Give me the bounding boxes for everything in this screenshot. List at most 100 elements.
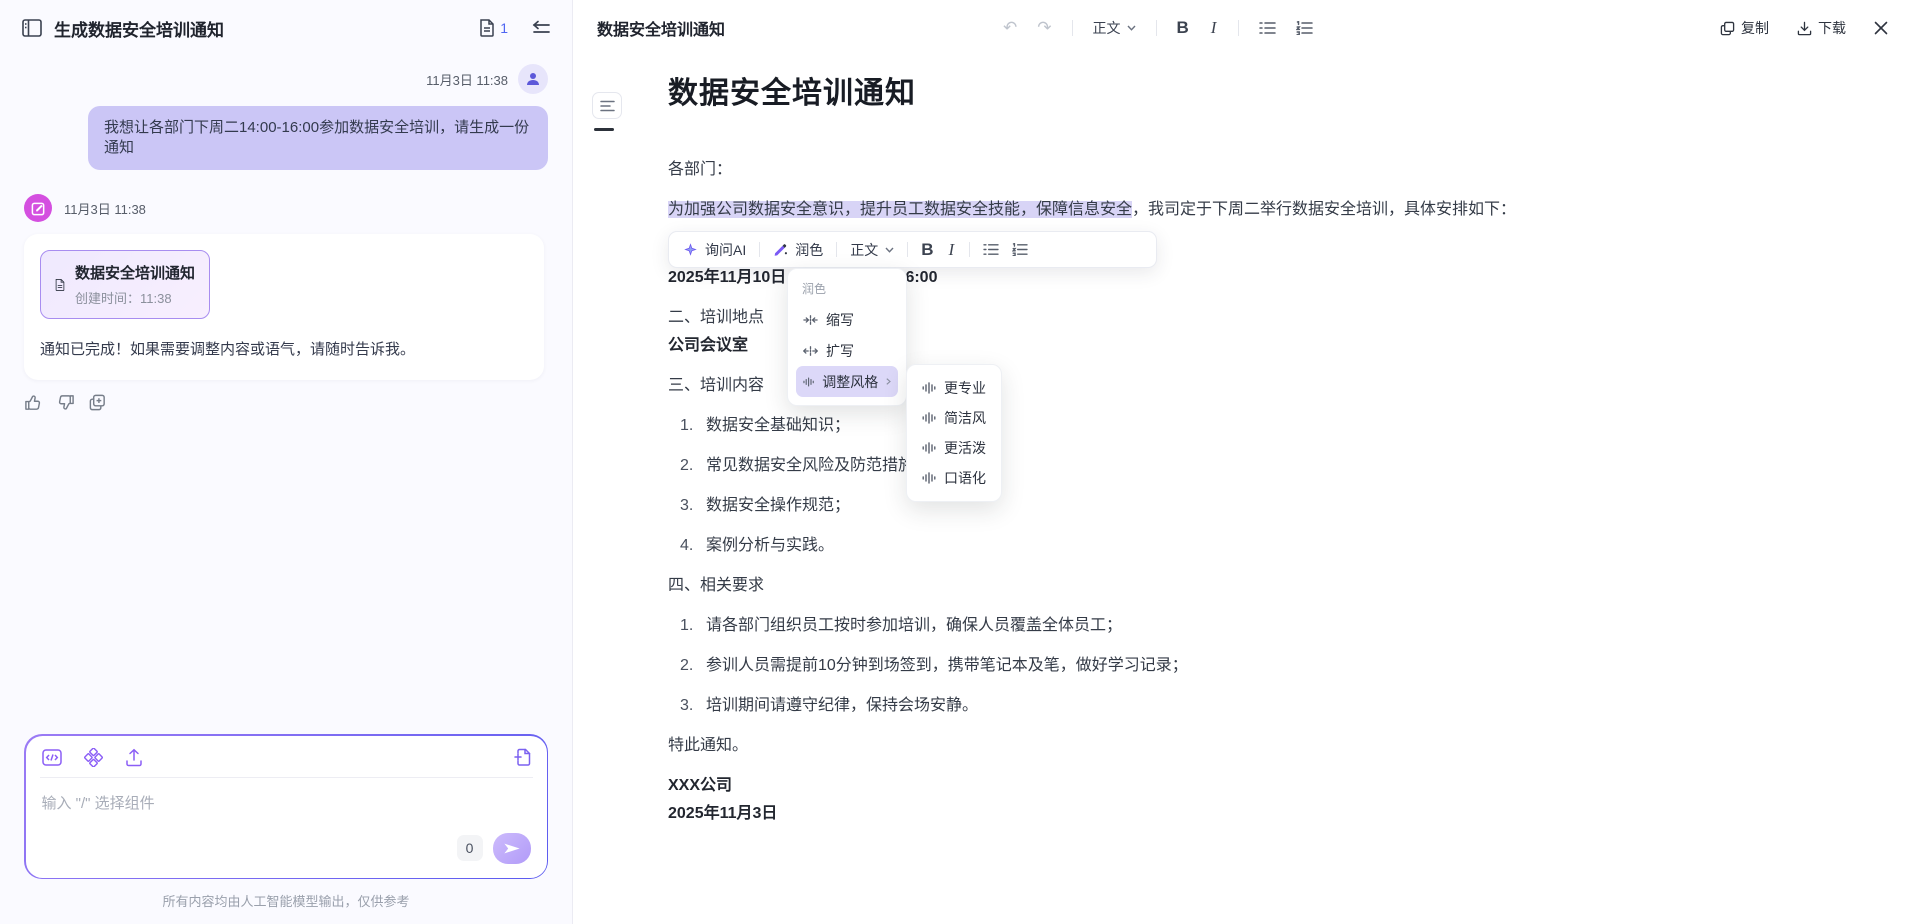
send-icon <box>503 841 521 856</box>
person-icon <box>525 71 541 87</box>
ask-ai-button[interactable]: 询问AI <box>683 240 746 260</box>
assistant-avatar <box>24 194 52 222</box>
assistant-message-time: 11月3日 11:38 <box>64 199 146 218</box>
italic-button[interactable]: I <box>1209 18 1219 38</box>
generated-document-card[interactable]: 数据安全培训通知 创建时间：11:38 <box>40 250 210 319</box>
equalizer-icon <box>803 376 814 388</box>
selection-toolbar: 询问AI 润色 正文 B I <box>668 231 1157 268</box>
doc-card-title: 数据安全培训通知 <box>75 262 195 283</box>
menu-item-condense[interactable]: 缩写 <box>796 304 898 335</box>
document-icon <box>55 272 65 298</box>
copy-icon <box>1720 21 1735 36</box>
copy-add-icon[interactable] <box>88 393 107 412</box>
intro-paragraph[interactable]: 为加强公司数据安全意识，提升员工数据安全技能，保障信息安全，我司定于下周二举行数… <box>668 198 1912 222</box>
requirement-item[interactable]: 2.参训人员需提前10分钟到场签到，携带笔记本及笔，做好学习记录； <box>668 654 1912 678</box>
undo-icon[interactable]: ↶ <box>1003 18 1017 38</box>
thumbs-up-icon[interactable] <box>24 393 43 412</box>
company-signature[interactable]: XXX公司 <box>668 774 1912 798</box>
bold-button[interactable]: B <box>921 240 933 260</box>
thumbs-down-icon[interactable] <box>56 393 75 412</box>
chat-messages: 11月3日 11:38 我想让各部门下周二14:00-16:00参加数据安全培训… <box>0 56 572 924</box>
chevron-down-icon <box>1127 25 1136 31</box>
chat-input[interactable]: 输入 "/" 选择组件 <box>42 792 531 833</box>
upload-icon[interactable] <box>125 748 143 767</box>
components-icon[interactable] <box>84 748 103 767</box>
equalizer-icon <box>922 472 936 484</box>
editor-title: 数据安全培训通知 <box>597 16 725 40</box>
paragraph-style-select[interactable]: 正文 <box>1093 18 1136 38</box>
sidebar-toggle-icon[interactable] <box>22 19 42 37</box>
document-editor: 数据安全培训通知 ↶ ↷ 正文 B I 复制 <box>573 0 1912 924</box>
conversation-title: 生成数据安全培训通知 <box>54 16 467 41</box>
polish-pen-icon <box>773 242 788 257</box>
submenu-item-professional[interactable]: 更专业 <box>915 373 993 403</box>
close-icon[interactable] <box>1874 21 1888 35</box>
submenu-item-colloquial[interactable]: 口语化 <box>915 463 993 493</box>
equalizer-icon <box>922 382 936 394</box>
bullet-list-icon[interactable] <box>1259 21 1276 35</box>
chat-input-container: 输入 "/" 选择组件 0 <box>24 734 548 879</box>
salutation[interactable]: 各部门： <box>668 158 1912 182</box>
add-file-icon[interactable] <box>514 748 531 767</box>
ai-sparkle-icon <box>683 242 698 257</box>
user-message-time: 11月3日 11:38 <box>426 70 508 89</box>
assistant-message-text: 通知已完成！如果需要调整内容或语气，请随时告诉我。 <box>40 339 528 360</box>
doc-card-created-time: 创建时间：11:38 <box>75 288 195 307</box>
editor-header: 数据安全培训通知 ↶ ↷ 正文 B I 复制 <box>573 0 1912 56</box>
outline-marker <box>594 128 614 131</box>
chevron-right-icon <box>886 377 891 386</box>
download-button[interactable]: 下载 <box>1797 18 1846 38</box>
char-counter: 0 <box>457 835 483 861</box>
content-item[interactable]: 1.数据安全基础知识； <box>668 414 1912 438</box>
chat-sidebar: 生成数据安全培训通知 1 11月3日 11:38 我想让各部门下周二14:00-… <box>0 0 573 924</box>
user-message-bubble: 我想让各部门下周二14:00-16:00参加数据安全培训，请生成一份通知 <box>88 106 548 170</box>
closing-line[interactable]: 特此通知。 <box>668 734 1912 758</box>
assistant-message-card: 数据安全培训通知 创建时间：11:38 通知已完成！如果需要调整内容或语气，请随… <box>24 234 544 380</box>
collapse-panel-icon[interactable] <box>530 20 550 36</box>
disclaimer-text: 所有内容均由人工智能模型输出，仅供参考 <box>24 879 548 924</box>
requirement-item[interactable]: 3.培训期间请遵守纪律，保持会场安静。 <box>668 694 1912 718</box>
content-item[interactable]: 3.数据安全操作规范； <box>668 494 1912 518</box>
sidebar-header: 生成数据安全培训通知 1 <box>0 0 572 56</box>
polish-menu-header: 润色 <box>796 277 898 304</box>
expand-icon <box>803 345 818 357</box>
selected-text: 为加强公司数据安全意识，提升员工数据安全技能，保障信息安全 <box>668 201 1132 218</box>
document-icon <box>479 19 495 37</box>
condense-icon <box>803 314 818 326</box>
feedback-row <box>24 393 548 412</box>
redo-icon[interactable]: ↷ <box>1037 18 1051 38</box>
component-code-icon[interactable] <box>42 749 62 766</box>
requirement-item[interactable]: 1.请各部门组织员工按时参加培训，确保人员覆盖全体员工； <box>668 614 1912 638</box>
document-count: 1 <box>500 20 508 36</box>
bullet-list-icon[interactable] <box>983 243 999 256</box>
submenu-item-lively[interactable]: 更活泼 <box>915 433 993 463</box>
chevron-down-icon <box>885 247 894 253</box>
equalizer-icon <box>922 442 936 454</box>
numbered-list-icon[interactable] <box>1012 243 1028 256</box>
numbered-list-icon[interactable] <box>1296 21 1313 35</box>
bold-button[interactable]: B <box>1177 18 1189 38</box>
menu-item-expand[interactable]: 扩写 <box>796 335 898 366</box>
polish-button[interactable]: 润色 <box>773 240 823 260</box>
edit-doc-icon <box>31 201 46 216</box>
input-divider <box>40 777 533 778</box>
paragraph-style-select[interactable]: 正文 <box>850 240 894 260</box>
signature-date[interactable]: 2025年11月3日 <box>668 802 1912 826</box>
send-button[interactable] <box>493 833 531 864</box>
menu-item-adjust-style[interactable]: 调整风格 <box>796 366 898 397</box>
section-4-heading[interactable]: 四、相关要求 <box>668 574 1912 598</box>
style-submenu: 更专业 简洁风 更活泼 口语化 <box>906 364 1002 502</box>
editor-toolbar: ↶ ↷ 正文 B I <box>1003 18 1313 38</box>
polish-menu: 润色 缩写 扩写 调整风格 <box>787 268 907 406</box>
copy-button[interactable]: 复制 <box>1720 18 1769 38</box>
document-body: 数据安全培训通知 各部门： 为加强公司数据安全意识，提升员工数据安全技能，保障信… <box>573 72 1912 924</box>
equalizer-icon <box>922 412 936 424</box>
content-item[interactable]: 2.常见数据安全风险及防范措施； <box>668 454 1912 478</box>
italic-button[interactable]: I <box>947 240 957 260</box>
download-icon <box>1797 21 1812 36</box>
document-count-button[interactable]: 1 <box>479 19 508 37</box>
document-title[interactable]: 数据安全培训通知 <box>668 72 1912 116</box>
outline-toggle-button[interactable] <box>592 92 622 119</box>
submenu-item-concise[interactable]: 简洁风 <box>915 403 993 433</box>
content-item[interactable]: 4.案例分析与实践。 <box>668 534 1912 558</box>
